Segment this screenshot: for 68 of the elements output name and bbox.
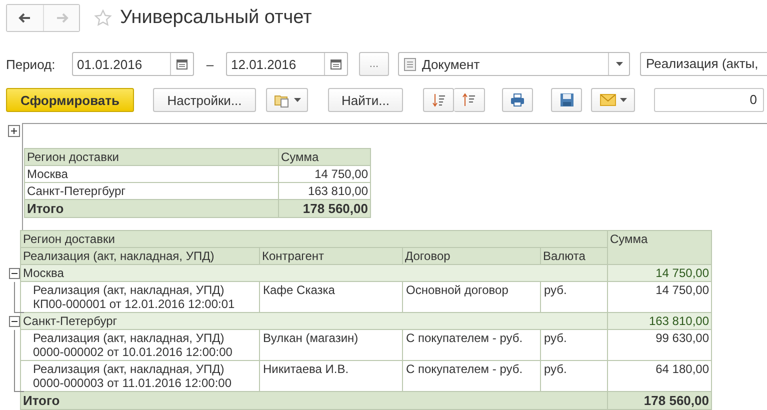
total-cell: 178 560,00 — [278, 200, 370, 218]
column-header: Регион доставки — [20, 230, 608, 248]
envelope-icon — [600, 94, 616, 106]
caret-icon — [620, 98, 626, 102]
document-icon — [404, 58, 416, 70]
printer-icon — [510, 93, 525, 107]
group-total: 14 750,00 — [608, 264, 712, 282]
period-separator: – — [205, 56, 215, 72]
column-header: Контрагент — [260, 248, 402, 264]
calendar-icon[interactable] — [176, 58, 188, 70]
star-icon[interactable] — [94, 9, 112, 27]
find-button[interactable]: Найти... — [328, 88, 403, 112]
generate-button[interactable]: Сформировать — [6, 88, 134, 112]
table-cell: руб. — [540, 330, 608, 360]
group-name: Москва — [20, 264, 608, 282]
total-cell: 178 560,00 — [608, 392, 712, 410]
table-cell: Основной договор — [402, 282, 540, 312]
table-cell: Москва — [24, 166, 278, 182]
table-cell: Кафе Сказка — [260, 282, 402, 312]
sort-ascending-button[interactable] — [454, 88, 485, 112]
more-button[interactable]: ... — [359, 52, 389, 76]
table-cell: руб. — [540, 360, 608, 392]
print-button[interactable] — [502, 88, 533, 112]
send-email-button[interactable] — [591, 88, 635, 112]
table-cell: 99 630,00 — [608, 330, 712, 360]
calendar-icon[interactable] — [330, 58, 342, 70]
column-header: Реализация (акт, накладная, УПД) — [20, 248, 260, 264]
total-label: Итого — [20, 392, 608, 410]
expand-icon[interactable] — [8, 125, 20, 137]
date-field[interactable]: 12.01.2016 — [226, 52, 348, 76]
document-cell[interactable]: Реализация (акт, накладная, УПД) 0000-000002 от 10.01.2016 12:00:00 — [20, 330, 260, 360]
dropdown-icon[interactable] — [616, 62, 622, 66]
arrow-icon — [54, 12, 68, 24]
column-header: Регион доставки — [24, 148, 278, 166]
document-cell[interactable]: Реализация (акт, накладная, УПД) КП00-000001 от 12.01.2016 12:00:01 — [20, 282, 260, 312]
caret-icon — [294, 98, 300, 102]
date-field[interactable]: 01.01.2016 — [72, 52, 194, 76]
window-title: Универсальный отчет — [120, 7, 312, 29]
sort-descending-icon — [432, 93, 446, 107]
table-cell: 64 180,00 — [608, 360, 712, 392]
table-cell: Никитаева И.В. — [260, 360, 402, 392]
table-cell: С покупателем - руб. — [402, 330, 540, 360]
group-name: Санкт-Петербург — [20, 312, 608, 330]
variants-button[interactable] — [266, 88, 308, 112]
total-label: Итого — [24, 200, 278, 218]
column-header: Договор — [402, 248, 540, 264]
column-header: Сумма — [608, 230, 712, 264]
number-field[interactable]: 0 — [654, 88, 764, 112]
collapse-icon[interactable] — [9, 316, 20, 326]
collapse-icon[interactable] — [9, 268, 20, 278]
back-button[interactable] — [7, 5, 43, 31]
document-type-field[interactable]: Реализация (акты, — [640, 52, 767, 76]
group-total: 163 810,00 — [608, 312, 712, 330]
sort-descending-button[interactable] — [423, 88, 454, 112]
table-cell: 14 750,00 — [608, 282, 712, 312]
column-header: Сумма — [278, 148, 370, 166]
arrow-icon — [18, 12, 32, 24]
settings-button[interactable]: Настройки... — [153, 88, 256, 112]
sort-ascending-icon — [462, 93, 476, 107]
table-cell: С покупателем - руб. — [402, 360, 540, 392]
table-cell: руб. — [540, 282, 608, 312]
table-cell: 14 750,00 — [278, 166, 370, 182]
table-cell: Вулкан (магазин) — [260, 330, 402, 360]
column-header: Валюта — [540, 248, 608, 264]
source-field[interactable]: Документ — [398, 52, 630, 76]
save-button[interactable] — [551, 88, 582, 112]
document-cell[interactable]: Реализация (акт, накладная, УПД) 0000-000003 от 11.01.2016 12:00:00 — [20, 360, 260, 392]
period-label: Период: — [6, 56, 56, 72]
